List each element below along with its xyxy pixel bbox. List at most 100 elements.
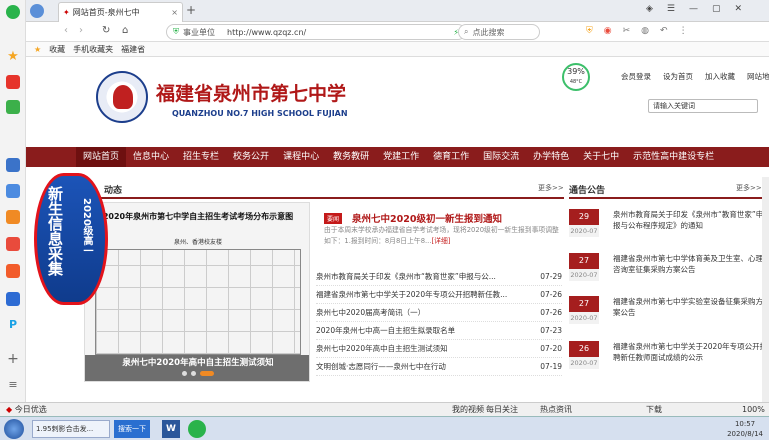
shop-icon[interactable] bbox=[6, 264, 20, 278]
app-icon[interactable] bbox=[6, 292, 20, 306]
status-item[interactable]: 每日关注 bbox=[486, 404, 518, 415]
skin-icon[interactable]: ◈ bbox=[646, 4, 653, 14]
start-button[interactable] bbox=[4, 418, 24, 439]
favorite-link[interactable]: 加入收藏 bbox=[705, 71, 735, 82]
headline-summary: 由于本周末学校承办福建省自学考试考场，现将2020级初一新生报到事项调整如下：1… bbox=[324, 225, 562, 247]
game-pad-icon[interactable]: ◉ bbox=[604, 26, 612, 36]
favorites-item[interactable]: 收藏 bbox=[49, 44, 65, 55]
nav-item[interactable]: 网站首页 bbox=[76, 147, 127, 167]
news-item-title: 泉州七中2020届高考简讯（一） bbox=[316, 308, 426, 317]
back-icon[interactable] bbox=[30, 4, 44, 18]
nav-item[interactable]: 信息中心 bbox=[126, 147, 176, 167]
news-item[interactable]: 2020年泉州七中高一自主招生拟录取名单 07-23 bbox=[316, 322, 562, 340]
add-icon[interactable]: + bbox=[6, 352, 20, 366]
more-icon[interactable]: ⋮ bbox=[679, 26, 688, 36]
status-item[interactable]: 下载 bbox=[646, 404, 662, 415]
address-bar[interactable]: ⛨ 事业单位 http://www.qzqz.cn/ ⚡ bbox=[166, 24, 466, 40]
favorites-item[interactable]: 福建省 bbox=[121, 44, 145, 55]
news-item[interactable]: 泉州七中2020年高中自主招生测试须知 07-20 bbox=[316, 340, 562, 358]
sitemap-link[interactable]: 网站地 bbox=[747, 71, 769, 82]
notice-text: 福建省泉州市第七中学实验室设备征集采购方案公告 bbox=[613, 297, 763, 317]
site-search-input[interactable]: 请输入关键词 bbox=[648, 99, 758, 113]
login-link[interactable]: 会员登录 bbox=[621, 71, 651, 82]
maximize-icon[interactable]: ▢ bbox=[712, 4, 721, 14]
nav-item[interactable]: 课程中心 bbox=[276, 147, 326, 167]
tab-close-icon[interactable]: × bbox=[171, 8, 178, 17]
scrollbar[interactable] bbox=[762, 177, 769, 402]
nav-item[interactable]: 德育工作 bbox=[426, 147, 476, 167]
forward-arrow-icon[interactable]: › bbox=[79, 25, 83, 36]
news-item-date: 07-20 bbox=[540, 344, 562, 353]
weibo-icon[interactable] bbox=[6, 75, 20, 89]
home-icon[interactable]: ⌂ bbox=[122, 25, 128, 36]
menu-icon[interactable]: ≡ bbox=[6, 378, 20, 392]
news-item[interactable]: 泉州市教育局关于印发《泉州市“教育世家”申报与公... 07-29 bbox=[316, 268, 562, 286]
favorites-item[interactable]: 手机收藏夹 bbox=[73, 44, 113, 55]
headline-title[interactable]: 泉州七中2020级初一新生报到通知 bbox=[352, 211, 502, 225]
clean-icon[interactable]: ◍ bbox=[641, 26, 649, 36]
notice-item[interactable]: 29 2020-07 泉州市教育局关于印发《泉州市“教育世家”申报与公布程序规定》… bbox=[569, 209, 769, 243]
close-icon[interactable]: ✕ bbox=[735, 4, 743, 14]
cut-icon[interactable]: ✂ bbox=[623, 26, 631, 36]
nav-item[interactable]: 关于七中 bbox=[576, 147, 626, 167]
news-item[interactable]: 泉州七中2020届高考简讯（一） 07-26 bbox=[316, 304, 562, 322]
news-item-date: 07-29 bbox=[540, 272, 562, 281]
word-icon[interactable]: W bbox=[162, 419, 180, 438]
notice-item[interactable]: 27 2020-07 福建省泉州市第七中学体育美及卫生室、心理咨询室征集采购方案公… bbox=[569, 253, 769, 287]
browser-logo-icon[interactable] bbox=[6, 5, 20, 19]
notice-more-link[interactable]: 更多>> bbox=[736, 183, 762, 193]
nav-item[interactable]: 党建工作 bbox=[376, 147, 426, 167]
undo-icon[interactable]: ↶ bbox=[660, 26, 668, 36]
taskbar-search-button[interactable]: 搜索一下 bbox=[114, 419, 150, 438]
slide-dot-active[interactable] bbox=[200, 371, 214, 376]
message-icon[interactable] bbox=[6, 100, 20, 114]
status-item[interactable]: 热点资讯 bbox=[540, 404, 572, 415]
notice-date: 26 2020-07 bbox=[569, 341, 599, 371]
slide-caption: 泉州七中2020年高中自主招生测试须知 bbox=[122, 358, 274, 368]
notice-item[interactable]: 26 2020-07 福建省泉州市第七中学关于2020年专项公开招聘新任教师面试成… bbox=[569, 341, 769, 375]
taskbar-item-browser[interactable]: 1.95刺影合击发... bbox=[32, 419, 110, 438]
school-logo[interactable] bbox=[96, 71, 148, 123]
status-left[interactable]: ◆ 今日优选 bbox=[0, 404, 47, 415]
news-item[interactable]: 文明创城·志愿同行——泉州七中在行动 07-19 bbox=[316, 358, 562, 376]
homepage-link[interactable]: 设为首页 bbox=[663, 71, 693, 82]
nav-item[interactable]: 教务教研 bbox=[326, 147, 376, 167]
slide-dot[interactable] bbox=[191, 371, 196, 376]
weather-widget[interactable]: 39% 48°C bbox=[562, 63, 590, 91]
doc-icon[interactable] bbox=[6, 184, 20, 198]
menu-icon[interactable]: ☰ bbox=[667, 4, 675, 14]
news-item-date: 07-26 bbox=[540, 308, 562, 317]
extension-shield-icon[interactable]: ⛨ bbox=[586, 26, 593, 36]
notice-item[interactable]: 27 2020-07 福建省泉州市第七中学实验室设备征集采购方案公告 bbox=[569, 296, 769, 330]
refresh-icon[interactable]: ↻ bbox=[102, 25, 110, 36]
tab-current[interactable]: ✦ 网站首页-泉州七中 × bbox=[58, 2, 183, 22]
nav-item[interactable]: 校务公开 bbox=[226, 147, 276, 167]
slide-dot[interactable] bbox=[182, 371, 187, 376]
p-icon[interactable]: P bbox=[6, 318, 20, 332]
detail-link[interactable]: [详细] bbox=[432, 237, 451, 245]
news-section-title: 动态 bbox=[104, 186, 123, 196]
star-icon[interactable]: ★ bbox=[6, 50, 20, 64]
video-icon[interactable] bbox=[6, 237, 20, 251]
nav-item[interactable]: 国际交流 bbox=[476, 147, 526, 167]
url-text[interactable]: http://www.qzqz.cn/ bbox=[227, 28, 306, 37]
game-icon[interactable] bbox=[6, 210, 20, 224]
status-item[interactable]: 我的视频 bbox=[452, 404, 484, 415]
notice-day: 27 bbox=[569, 253, 599, 269]
news-item-date: 07-26 bbox=[540, 290, 562, 299]
search-box[interactable]: ⌕ 点此搜索 bbox=[458, 24, 540, 40]
banner-student-info[interactable]: 新生信息采集 2020级高一 bbox=[34, 173, 108, 305]
news-item[interactable]: 福建省泉州市第七中学关于2020年专项公开招聘新任教... 07-26 bbox=[316, 286, 562, 304]
news-more-link[interactable]: 更多>> bbox=[538, 183, 564, 193]
new-tab-button[interactable]: + bbox=[186, 3, 196, 17]
nav-item[interactable]: 示范性高中建设专栏 bbox=[626, 147, 721, 167]
minimize-icon[interactable]: — bbox=[689, 4, 698, 14]
news-icon[interactable] bbox=[6, 158, 20, 172]
notice-date: 27 2020-07 bbox=[569, 296, 599, 326]
slideshow[interactable]: 2020年泉州市第七中学自主招生考试考场分布示意图 泉州、香港校友楼 泉州七中2… bbox=[84, 202, 310, 382]
zoom-level[interactable]: 100% bbox=[742, 405, 765, 414]
nav-item[interactable]: 招生专栏 bbox=[176, 147, 226, 167]
nav-item[interactable]: 办学特色 bbox=[526, 147, 576, 167]
back-arrow-icon[interactable]: ‹ bbox=[64, 25, 68, 36]
browser-task-icon[interactable] bbox=[188, 419, 206, 438]
